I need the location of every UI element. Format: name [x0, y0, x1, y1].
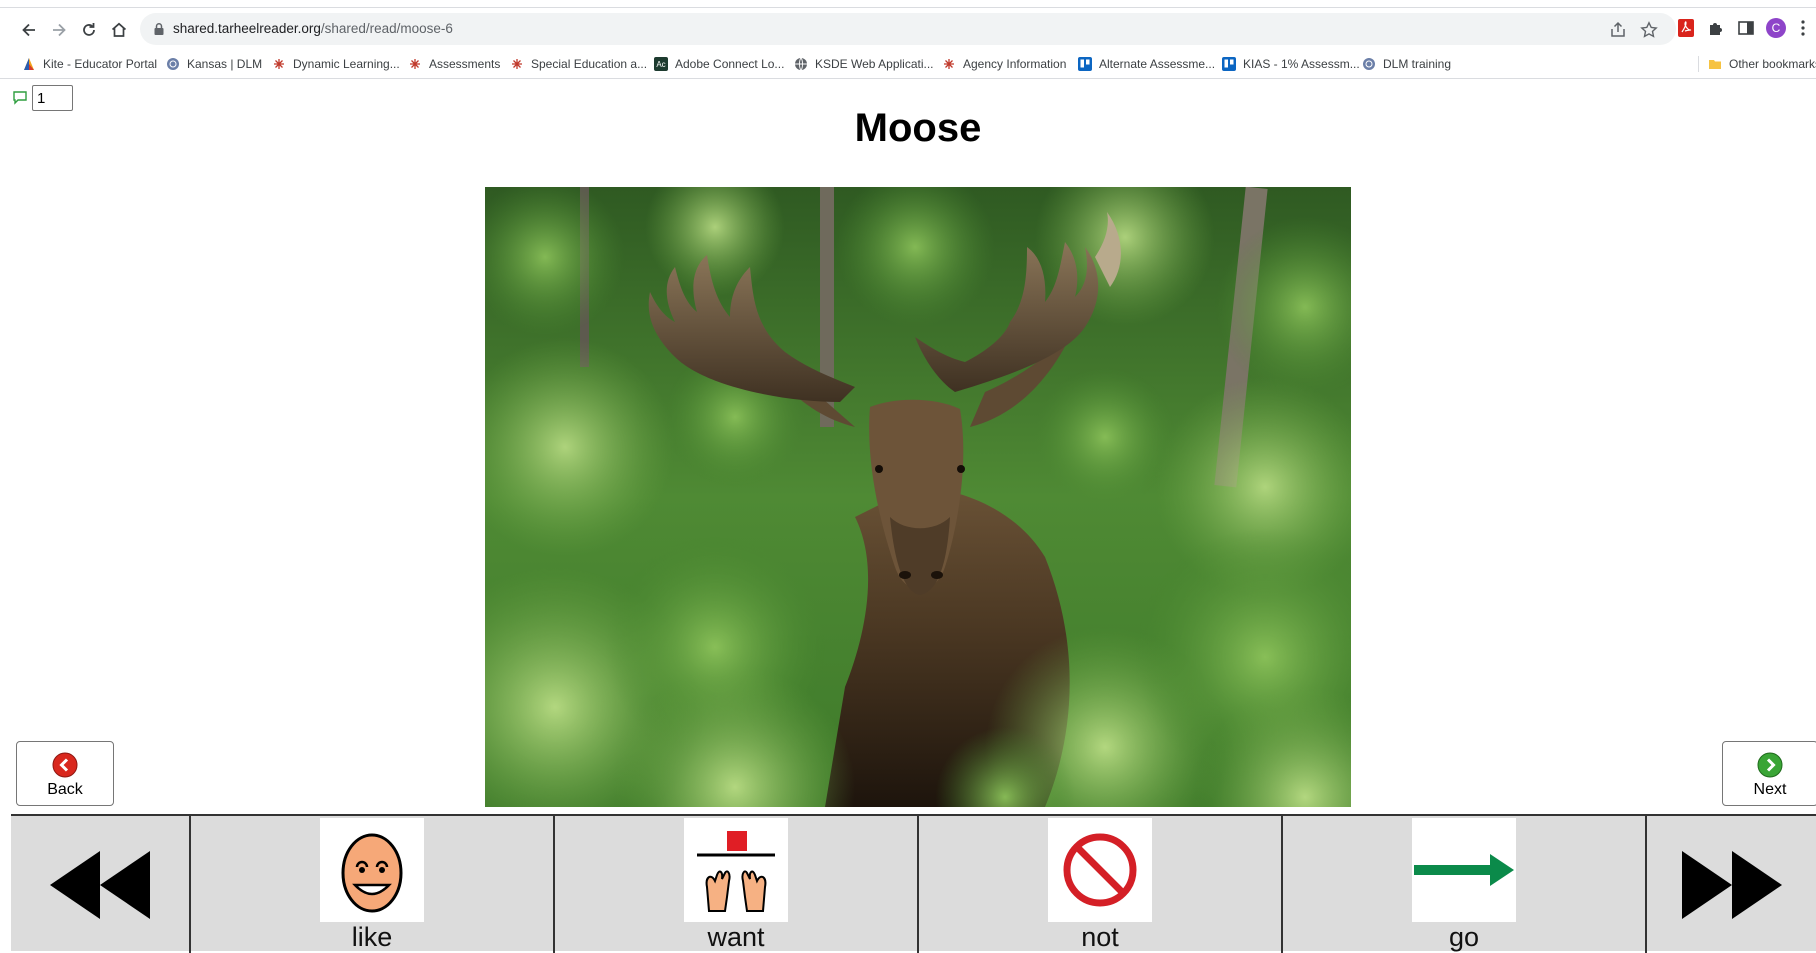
bookmark-item[interactable]: Kansas | DLM: [166, 54, 262, 74]
double-left-arrow-icon: [50, 850, 150, 919]
kite-icon: [22, 57, 36, 71]
share-icon[interactable]: [1609, 21, 1627, 39]
choice-bar: like want not go: [11, 814, 1816, 953]
bookmark-item[interactable]: Ac Adobe Connect Lo...: [654, 54, 784, 74]
home-icon: [111, 22, 127, 37]
globe-icon: [1362, 57, 1376, 71]
bookmark-label: Kite - Educator Portal: [43, 57, 158, 71]
forward-nav-button[interactable]: [48, 19, 70, 41]
globe-icon: [166, 57, 180, 71]
right-arrow-icon: [1412, 818, 1516, 922]
bookmark-item[interactable]: KSDE Web Applicati...: [794, 54, 934, 74]
choice-want[interactable]: want: [555, 816, 919, 953]
bookmark-label: Kansas | DLM: [187, 57, 263, 71]
bookmark-label: Adobe Connect Lo...: [675, 57, 785, 71]
bookmarks-divider: [1698, 56, 1699, 72]
bookmark-label: KSDE Web Applicati...: [815, 57, 934, 71]
choice-go[interactable]: go: [1283, 816, 1647, 953]
back-nav-button[interactable]: [18, 19, 40, 41]
star-burst-icon: [942, 57, 956, 71]
other-bookmarks-folder[interactable]: Other bookmarks: [1708, 54, 1816, 74]
bookmark-label: DLM training: [1383, 57, 1452, 71]
bookmark-star-icon[interactable]: [1640, 21, 1658, 39]
bookmark-label: Special Education a...: [531, 57, 648, 71]
side-panel-icon[interactable]: [1736, 18, 1756, 38]
choice-word: like: [351, 922, 393, 952]
arrow-right-icon: [53, 23, 66, 37]
scroll-forward-button[interactable]: [1647, 816, 1816, 953]
tab-strip: [0, 0, 1816, 10]
menu-kebab-icon[interactable]: [1796, 18, 1810, 38]
svg-text:Ac: Ac: [656, 60, 665, 69]
double-right-arrow-icon: [1681, 850, 1782, 919]
bookmark-label: Assessments: [429, 57, 501, 71]
url-host: shared.tarheelreader.org: [173, 21, 321, 36]
bookmark-item[interactable]: DLM training: [1362, 54, 1451, 74]
bookmark-item[interactable]: Assessments: [408, 54, 500, 74]
url-text: shared.tarheelreader.org/shared/read/moo…: [173, 21, 453, 36]
choice-word: go: [1448, 922, 1480, 952]
reader-page: Moose: [0, 80, 1816, 953]
next-page-button[interactable]: Next: [1722, 741, 1816, 806]
choice-word: not: [1081, 922, 1119, 952]
book-title: Moose: [854, 106, 982, 150]
arrow-left-icon: [22, 23, 35, 37]
scroll-back-button[interactable]: [11, 816, 191, 953]
pdf-extension-icon[interactable]: [1676, 18, 1696, 38]
bookmark-item[interactable]: KIAS - 1% Assessm...: [1222, 54, 1360, 74]
bookmark-item[interactable]: Dynamic Learning...: [272, 54, 400, 74]
bookmark-item[interactable]: Kite - Educator Portal: [22, 54, 157, 74]
next-label: Next: [1753, 781, 1787, 798]
globe-icon: [794, 57, 808, 71]
profile-initial: C: [1766, 18, 1786, 38]
bookmarks-bar: Kite - Educator Portal Kansas | DLM Dyna…: [0, 48, 1816, 79]
bookmark-label: Agency Information: [963, 57, 1067, 71]
reload-button[interactable]: [78, 19, 100, 41]
star-burst-icon: [272, 57, 286, 71]
star-burst-icon: [510, 57, 524, 71]
bookmark-item[interactable]: Special Education a...: [510, 54, 647, 74]
moose-photo: [485, 187, 1351, 807]
back-arrow-circle-icon: [52, 752, 78, 778]
bookmark-label: Alternate Assessme...: [1099, 57, 1216, 71]
trello-icon: [1222, 57, 1236, 71]
puzzle-extensions-icon[interactable]: [1706, 18, 1726, 38]
bookmark-item[interactable]: Alternate Assessme...: [1078, 54, 1215, 74]
choice-like[interactable]: like: [191, 816, 555, 953]
star-burst-icon: [408, 57, 422, 71]
adobe-connect-icon: Ac: [654, 57, 668, 71]
speech-bubble-icon[interactable]: [12, 90, 28, 106]
back-label: Back: [47, 781, 83, 798]
want-hands-icon: [684, 818, 788, 922]
other-bookmarks-label: Other bookmarks: [1729, 57, 1816, 71]
browser-toolbar: shared.tarheelreader.org/shared/read/moo…: [0, 10, 1816, 48]
smiling-face-icon: [320, 818, 424, 922]
url-path: /shared/read/moose-6: [320, 21, 453, 36]
home-button[interactable]: [108, 19, 130, 41]
profile-avatar[interactable]: C: [1766, 18, 1786, 38]
no-sign-icon: [1048, 818, 1152, 922]
choice-word: want: [707, 922, 765, 952]
trello-icon: [1078, 57, 1092, 71]
folder-icon: [1708, 57, 1722, 71]
reload-icon: [83, 23, 95, 36]
next-arrow-circle-icon: [1757, 752, 1783, 778]
lock-icon: [154, 23, 164, 35]
back-page-button[interactable]: Back: [16, 741, 114, 806]
address-bar[interactable]: shared.tarheelreader.org/shared/read/moo…: [140, 13, 1676, 45]
choice-not[interactable]: not: [919, 816, 1283, 953]
bookmark-item[interactable]: Agency Information: [942, 54, 1066, 74]
bookmark-label: Dynamic Learning...: [293, 57, 400, 71]
bookmark-label: KIAS - 1% Assessm...: [1243, 57, 1360, 71]
